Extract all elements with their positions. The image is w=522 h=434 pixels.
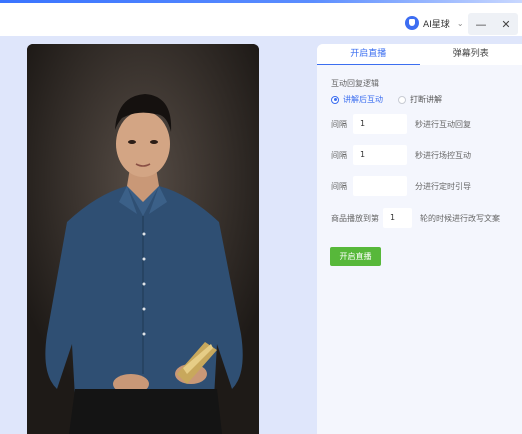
radio-interrupt[interactable]: 打断讲解 (398, 94, 442, 105)
row-suffix-label: 秒进行场控互动 (415, 150, 471, 160)
rewrite-round-input[interactable]: 1 (383, 208, 412, 228)
reply-logic-radio-group: 讲解后互动 打断讲解 (331, 94, 442, 105)
row-prefix-label: 间隔 (331, 119, 347, 129)
control-interval-row: 间隔 1 秒进行场控互动 (331, 145, 471, 165)
rewrite-round-row: 商品播放到第 1 轮的时候进行改写文案 (331, 208, 500, 228)
radio-after-explain[interactable]: 讲解后互动 (331, 94, 383, 105)
panel-tabs: 开启直播 弹幕列表 (317, 44, 522, 65)
row-suffix-label: 秒进行互动回复 (415, 119, 471, 129)
chevron-down-icon: ⌄ (456, 18, 464, 28)
presenter-image (27, 44, 259, 434)
minimize-icon[interactable]: — (475, 18, 486, 31)
account-menu[interactable]: AI星球 ⌄ (405, 15, 464, 31)
row-prefix-label: 间隔 (331, 150, 347, 160)
tab-danmaku-list[interactable]: 弹幕列表 (420, 44, 522, 65)
title-bar: AI星球 ⌄ — ✕ (0, 3, 522, 36)
radio-label: 讲解后互动 (343, 95, 383, 104)
radio-label: 打断讲解 (410, 95, 442, 104)
control-interval-input[interactable]: 1 (353, 145, 407, 165)
row-prefix-label: 商品播放到第 (331, 213, 379, 223)
radio-dot-checked-icon (331, 95, 339, 104)
guide-interval-row: 间隔 分进行定时引导 (331, 176, 471, 196)
reply-interval-input[interactable]: 1 (353, 114, 407, 134)
reply-interval-row: 间隔 1 秒进行互动回复 (331, 114, 471, 134)
row-suffix-label: 轮的时候进行改写文案 (420, 213, 500, 223)
radio-dot-icon (398, 95, 406, 104)
guide-interval-input[interactable] (353, 176, 407, 196)
live-settings-panel: 开启直播 弹幕列表 互动回复逻辑 讲解后互动 打断讲解 间隔 1 秒进行互动回复… (317, 44, 522, 434)
reply-logic-label: 互动回复逻辑 (331, 79, 379, 88)
close-icon[interactable]: ✕ (501, 18, 510, 31)
row-prefix-label: 间隔 (331, 181, 347, 191)
window-controls: — ✕ (468, 13, 518, 35)
app-name: AI星球 (423, 19, 450, 30)
live-preview-video (27, 44, 259, 434)
tab-start-live[interactable]: 开启直播 (317, 44, 420, 65)
start-live-button[interactable]: 开启直播 (330, 247, 381, 266)
row-suffix-label: 分进行定时引导 (415, 181, 471, 191)
ai-planet-logo-icon (405, 16, 419, 30)
